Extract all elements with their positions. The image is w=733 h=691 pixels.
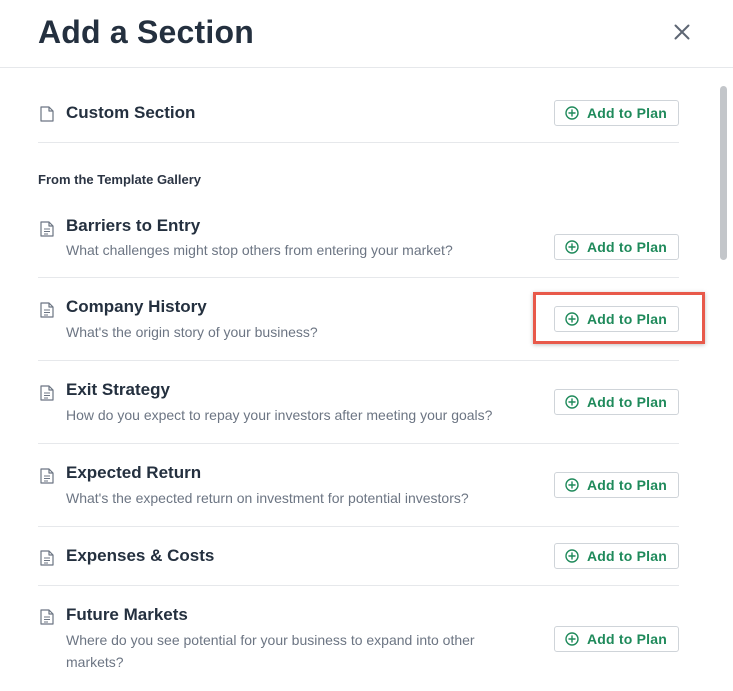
document-lines-icon [40,385,54,401]
plus-circle-icon [565,106,579,120]
template-row-exit-strategy: Exit Strategy How do you expect to repay… [38,361,679,444]
add-to-plan-button[interactable]: Add to Plan [554,306,679,332]
row-description: What's the expected return on investment… [66,490,469,506]
modal-title: Add a Section [38,14,254,50]
document-lines-icon [40,609,54,625]
scrollbar[interactable] [718,84,729,691]
row-title: Barriers to Entry [66,216,201,235]
document-lines-icon [40,550,54,566]
button-label: Add to Plan [587,311,667,327]
add-to-plan-button[interactable]: Add to Plan [554,626,679,652]
close-icon [674,24,690,40]
scrollbar-thumb[interactable] [720,86,727,260]
row-title: Expenses & Costs [66,546,215,565]
plus-circle-icon [565,478,579,492]
button-label: Add to Plan [587,394,667,410]
add-to-plan-button[interactable]: Add to Plan [554,234,679,260]
plus-circle-icon [565,395,579,409]
button-label: Add to Plan [587,548,667,564]
close-button[interactable] [668,18,696,46]
row-description: How do you expect to repay your investor… [66,407,493,423]
plus-circle-icon [565,632,579,646]
template-gallery-heading: From the Template Gallery [38,143,679,203]
row-title: Expected Return [66,463,202,482]
row-title: Future Markets [66,605,188,624]
row-title: Exit Strategy [66,380,170,399]
plus-circle-icon [565,312,579,326]
row-description: Where do you see potential for your busi… [66,632,475,670]
add-custom-section-button[interactable]: Add to Plan [554,100,679,126]
document-lines-icon [40,302,54,318]
gallery-heading-text: From the Template Gallery [38,172,202,187]
row-title: Company History [66,297,207,316]
document-icon [40,106,54,122]
template-row-barriers-to-entry: Barriers to Entry What challenges might … [38,203,679,278]
custom-section-title: Custom Section [66,103,196,122]
button-label: Add to Plan [587,477,667,493]
section-list: Custom Section Add to Plan From the Temp… [38,68,679,691]
button-label: Add to Plan [587,239,667,255]
template-row-expected-return: Expected Return What's the expected retu… [38,444,679,527]
template-row-expenses-costs: Expenses & Costs Add to Plan [38,527,679,586]
button-label: Add to Plan [587,105,667,121]
plus-circle-icon [565,240,579,254]
template-row-future-markets: Future Markets Where do you see potentia… [38,586,679,691]
add-section-modal: Add a Section Custom Section Add to Plan [0,0,733,691]
add-to-plan-button[interactable]: Add to Plan [554,472,679,498]
custom-section-row: Custom Section Add to Plan [38,68,679,143]
row-description: What challenges might stop others from e… [66,242,453,258]
row-description: What's the origin story of your business… [66,324,318,340]
template-row-company-history: Company History What's the origin story … [38,278,679,361]
modal-header: Add a Section [0,0,733,68]
add-to-plan-button[interactable]: Add to Plan [554,389,679,415]
button-label: Add to Plan [587,631,667,647]
document-lines-icon [40,468,54,484]
document-lines-icon [40,221,54,237]
plus-circle-icon [565,549,579,563]
add-to-plan-button[interactable]: Add to Plan [554,543,679,569]
